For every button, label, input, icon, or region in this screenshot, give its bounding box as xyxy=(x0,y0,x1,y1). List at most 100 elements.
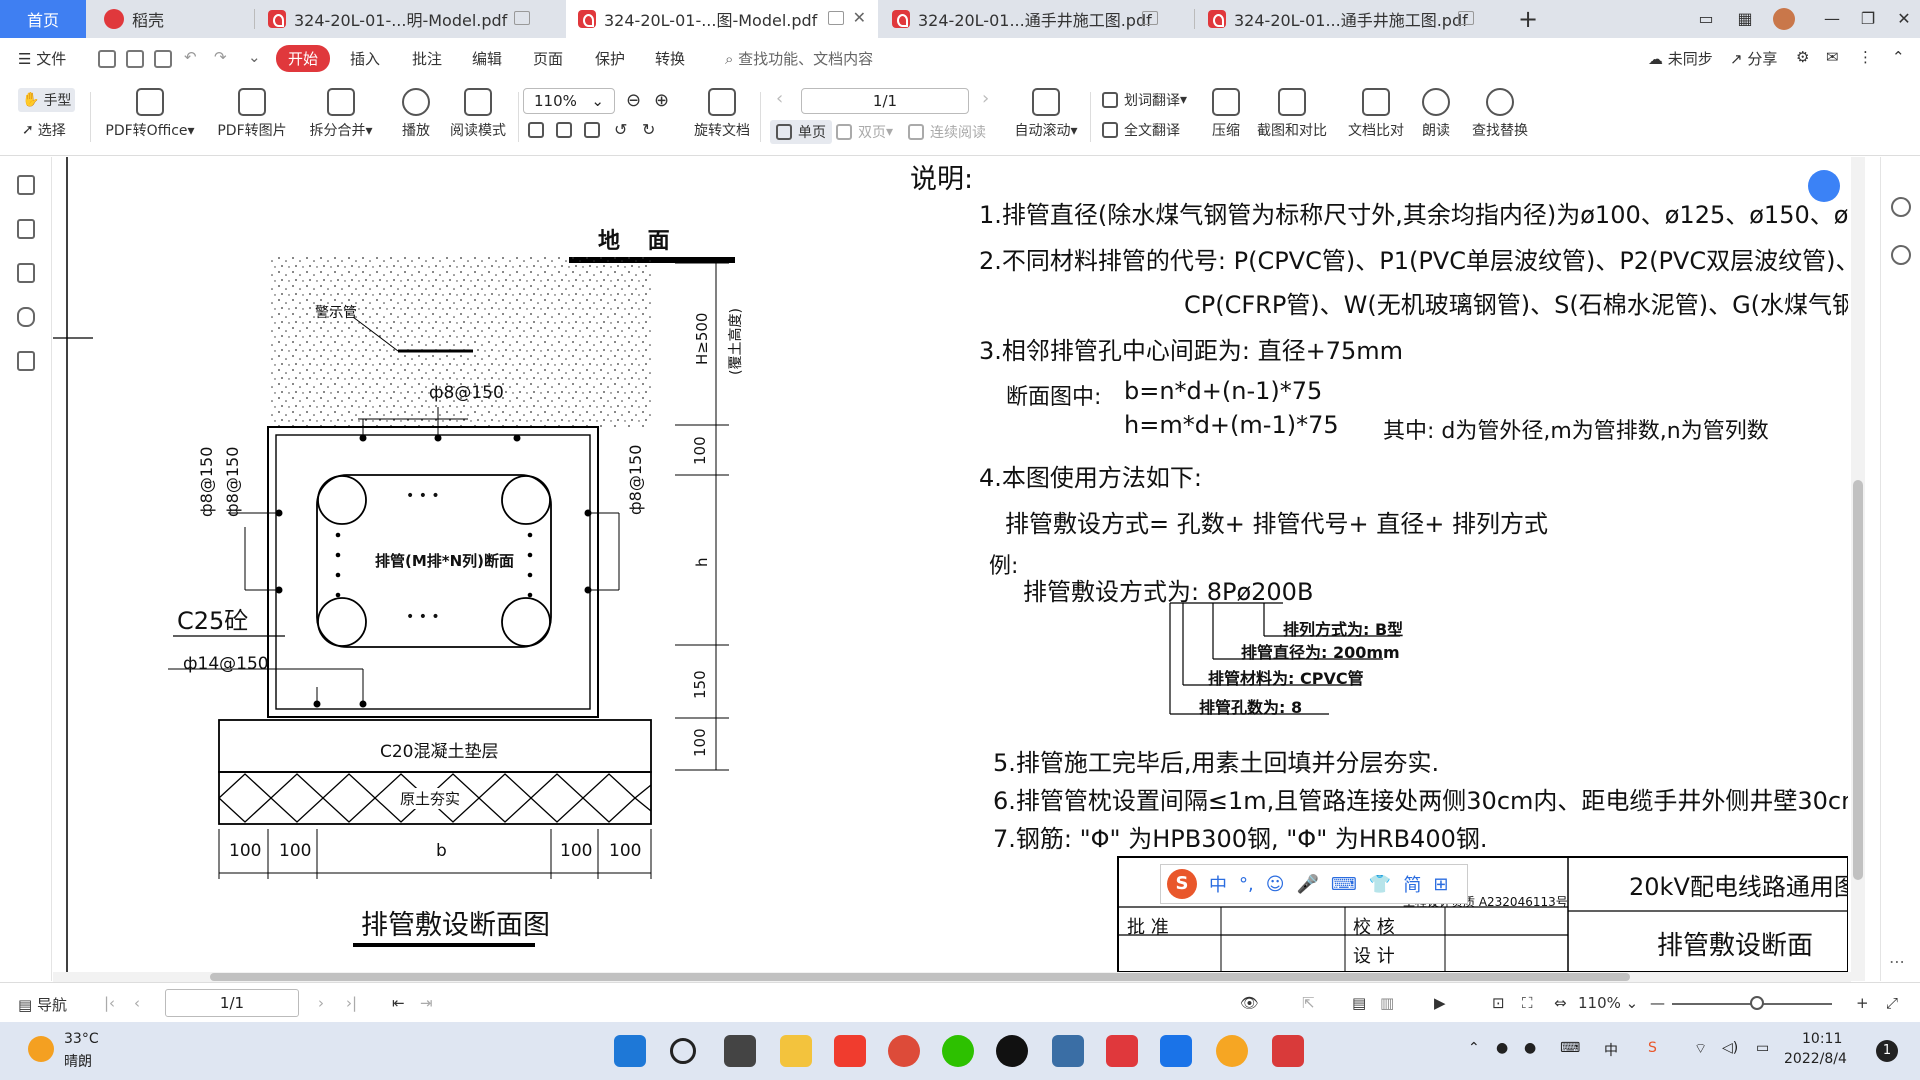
prev-page-icon[interactable]: ‹ xyxy=(776,88,783,109)
listen-app-icon[interactable] xyxy=(834,1035,866,1067)
menu-page[interactable]: 页面 xyxy=(533,48,563,69)
page-input[interactable]: 1/1 xyxy=(801,88,969,114)
avatar[interactable] xyxy=(1766,4,1802,34)
volume-icon[interactable]: ◁) xyxy=(1722,1040,1738,1056)
ime-simplified[interactable]: 简 xyxy=(1403,871,1421,897)
single-page-button[interactable]: 单页 xyxy=(770,120,832,144)
next-page-icon[interactable]: › xyxy=(318,994,324,1012)
zoom-out-icon[interactable]: — xyxy=(1650,994,1665,1012)
play-icon[interactable]: ▶ xyxy=(1434,994,1446,1012)
vertical-scrollbar-thumb[interactable] xyxy=(1853,480,1863,880)
fit-page-icon[interactable] xyxy=(556,122,578,138)
horizontal-scrollbar-thumb[interactable] xyxy=(210,973,1630,981)
zoom-in-icon[interactable]: ⊕ xyxy=(654,90,669,111)
bookmark-icon[interactable] xyxy=(17,175,35,195)
print-icon[interactable] xyxy=(154,50,172,68)
pdf-to-office-button[interactable]: PDF转Office▾ xyxy=(100,88,200,140)
ime-keyboard-icon[interactable]: ⌨ xyxy=(1331,874,1357,895)
auto-scroll-button[interactable]: 自动滚动▾ xyxy=(1008,88,1084,140)
tab-home[interactable]: 首页 xyxy=(0,0,86,38)
nav-button[interactable]: ▤ 导航 xyxy=(18,994,67,1015)
compress-button[interactable]: 压缩 xyxy=(1206,88,1246,140)
sync-status[interactable]: ☁ 未同步 xyxy=(1648,48,1713,69)
wifi-icon[interactable]: ⌔ xyxy=(1694,1040,1707,1058)
double-view-icon[interactable]: ▥ xyxy=(1380,994,1394,1012)
double-page-button[interactable]: 双页 ▾ xyxy=(836,122,893,142)
zoom-out-icon[interactable]: ⊖ xyxy=(626,90,641,111)
tray-wechat-icon[interactable]: ● xyxy=(1496,1040,1508,1056)
app-icon[interactable] xyxy=(1216,1035,1248,1067)
more-icon[interactable]: ⋮ xyxy=(1858,48,1873,66)
eye-protect-icon[interactable]: 👁 xyxy=(1240,994,1259,1012)
play-button[interactable]: 播放 xyxy=(394,88,438,140)
ime-punctuation[interactable]: °, xyxy=(1239,874,1254,895)
redo-icon[interactable]: ↷ xyxy=(214,48,227,66)
continuous-read-button[interactable]: 连续阅读 xyxy=(908,122,986,142)
help-icon[interactable] xyxy=(1891,245,1911,265)
restore-button[interactable]: ❐ xyxy=(1850,4,1886,34)
minimize-button[interactable]: — xyxy=(1814,4,1850,34)
read-mode-button[interactable]: 阅读模式 xyxy=(444,88,512,140)
tray-keyboard-icon[interactable]: ⌨ xyxy=(1560,1040,1580,1056)
select-tool[interactable]: ➚ 选择 xyxy=(22,120,66,140)
window-icon[interactable] xyxy=(1458,11,1474,25)
thumbnail-icon[interactable] xyxy=(17,219,35,239)
full-translate-button[interactable]: 全文翻译 xyxy=(1102,120,1180,140)
menu-edit[interactable]: 编辑 xyxy=(472,48,502,69)
ime-emoji-icon[interactable]: ☺ xyxy=(1266,874,1285,895)
search-icon[interactable] xyxy=(670,1038,696,1064)
clock-time[interactable]: 10:11 xyxy=(1802,1031,1842,1047)
qq-icon[interactable] xyxy=(996,1035,1028,1067)
tab-document-4[interactable]: 324-20L-01...通手井施工图.pdf xyxy=(1196,0,1508,38)
window-icon[interactable] xyxy=(1142,11,1158,25)
ai-assistant-icon[interactable] xyxy=(1891,197,1911,217)
float-link-icon[interactable] xyxy=(1808,170,1840,202)
weather-icon[interactable] xyxy=(28,1036,54,1062)
message-icon[interactable]: ✉ xyxy=(1826,48,1839,66)
ime-skin-icon[interactable]: 👕 xyxy=(1369,874,1391,895)
menu-start[interactable]: 开始 xyxy=(276,45,331,72)
rotate-left-icon[interactable]: ↺ xyxy=(614,120,627,139)
first-page-icon[interactable]: |‹ xyxy=(104,994,115,1012)
zoom-in-icon[interactable]: + xyxy=(1856,994,1869,1012)
wps-icon[interactable] xyxy=(1106,1035,1138,1067)
signature-icon[interactable] xyxy=(17,351,35,371)
last-page-icon[interactable]: ›| xyxy=(346,994,357,1012)
page-layout-icon[interactable]: ⇱ xyxy=(1302,994,1315,1012)
single-view-icon[interactable]: ▤ xyxy=(1352,994,1366,1012)
search-box[interactable]: ⌕ 查找功能、文档内容 xyxy=(725,48,873,69)
tab-document-3[interactable]: 324-20L-01...通手井施工图.pdf xyxy=(880,0,1192,38)
pdf-to-image-button[interactable]: PDF转图片 xyxy=(210,88,294,140)
find-replace-button[interactable]: 查找替换 xyxy=(1466,88,1534,140)
window-close-button[interactable]: ✕ xyxy=(1886,4,1920,34)
zoom-select[interactable]: 110% ⌄ xyxy=(523,88,615,114)
chrome-icon[interactable] xyxy=(888,1035,920,1067)
notification-badge[interactable]: 1 xyxy=(1876,1040,1898,1062)
document-canvas[interactable]: 地 面 警示管 ф8@150 ф8@150 ф8@150 ф8@150 H≥50… xyxy=(53,157,1848,972)
menu-annotate[interactable]: 批注 xyxy=(412,48,442,69)
windows-start-icon[interactable] xyxy=(614,1035,646,1067)
ime-toolbox-icon[interactable]: ⊞ xyxy=(1433,874,1448,895)
word-translate-button[interactable]: 划词翻译 ▾ xyxy=(1102,90,1187,110)
battery-icon[interactable]: ▭ xyxy=(1756,1040,1769,1056)
wechat-icon[interactable] xyxy=(942,1035,974,1067)
status-page-input[interactable]: 1/1 xyxy=(165,989,299,1017)
more-icon[interactable]: ⋯ xyxy=(1889,952,1905,971)
attachment-icon[interactable] xyxy=(17,307,35,327)
prev-page-icon[interactable]: ‹ xyxy=(134,994,140,1012)
zoom-slider-knob[interactable] xyxy=(1750,996,1764,1010)
menu-insert[interactable]: 插入 xyxy=(350,48,380,69)
pdf-reader-icon[interactable] xyxy=(1272,1035,1304,1067)
fit-width-icon[interactable] xyxy=(584,122,606,138)
ime-toolbar[interactable]: S 中 °, ☺ 🎤 ⌨ 👕 简 ⊞ xyxy=(1160,864,1468,904)
menu-convert[interactable]: 转换 xyxy=(655,48,685,69)
actual-size-icon[interactable] xyxy=(528,122,550,138)
file-menu[interactable]: ☰ 文件 xyxy=(18,48,66,69)
tab-daoke[interactable]: 稻壳 xyxy=(92,0,252,38)
share-button[interactable]: ↗ 分享 xyxy=(1730,48,1777,69)
back-icon[interactable]: ⇤ xyxy=(392,994,405,1012)
save-icon[interactable] xyxy=(126,50,144,68)
undo-icon[interactable]: ↶ xyxy=(184,48,197,66)
tab-document-1[interactable]: 324-20L-01-...明-Model.pdf xyxy=(256,0,564,38)
comment-icon[interactable] xyxy=(17,263,35,283)
